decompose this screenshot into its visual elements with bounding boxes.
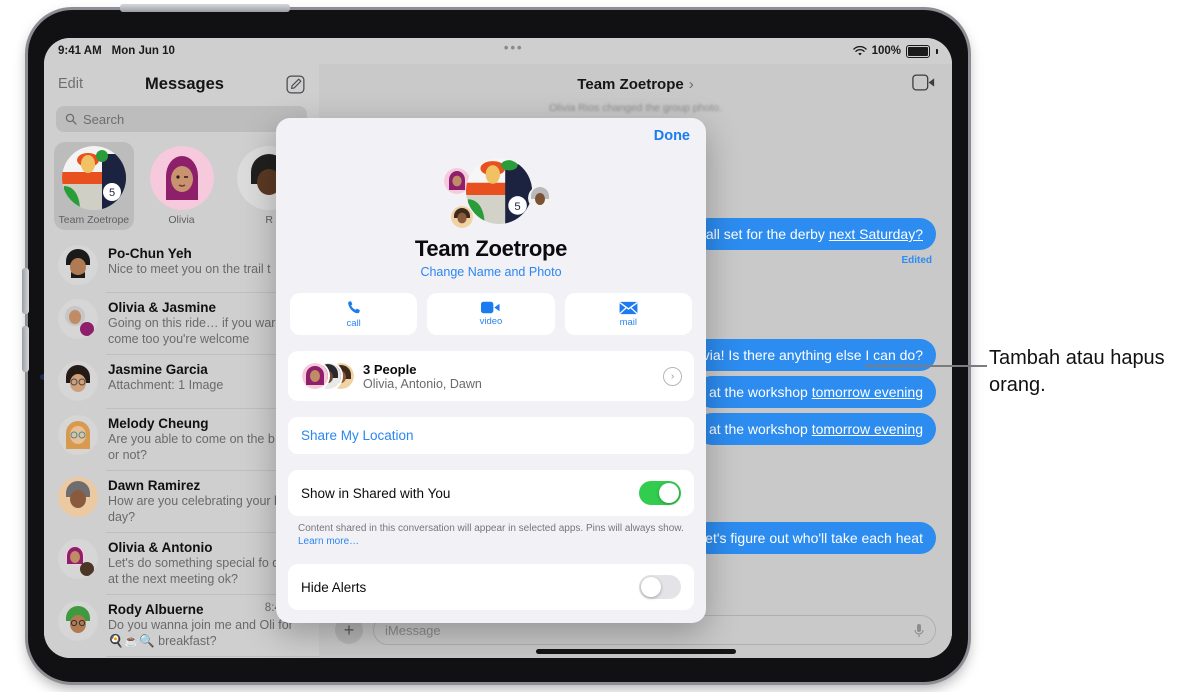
member-avatar-antonio	[528, 186, 552, 210]
avatar	[58, 299, 98, 339]
list-item[interactable]: Antonio Manriquez 8:44 AM	[44, 656, 319, 658]
pinned-item-olivia[interactable]: Olivia	[142, 142, 222, 230]
envelope-icon	[619, 301, 638, 314]
message-bubble-outgoing[interactable]: all set for the derby next Saturday?	[692, 218, 936, 250]
shared-with-you-row[interactable]: Show in Shared with You	[288, 470, 694, 516]
people-avatars	[300, 360, 356, 392]
quick-actions: call video mail	[290, 293, 692, 335]
system-message: Olivia Rios changed the group photo.	[549, 102, 722, 114]
conversation-preview: Do you wanna join me and Oli for 🍳☕🔍 bre…	[108, 618, 293, 648]
share-my-location-button[interactable]: Share My Location	[288, 417, 694, 454]
ipad-device: 9:41 AM Mon Jun 10 ••• 100% Edit Message…	[22, 4, 968, 682]
toggle-knob	[641, 577, 661, 597]
status-bar-right: 100%	[852, 44, 938, 58]
group-photo: 5	[466, 158, 532, 224]
learn-more-link[interactable]: Learn more…	[298, 536, 359, 547]
mail-label: mail	[619, 316, 638, 328]
battery-percent: 100%	[871, 45, 901, 57]
power-button[interactable]	[120, 4, 290, 12]
avatar	[300, 361, 330, 391]
battery-cap-icon	[935, 48, 938, 54]
conversation-title-button[interactable]: Team Zoetrope ›	[577, 76, 693, 93]
hide-alerts-card: Hide Alerts	[288, 564, 694, 610]
message-bubble-outgoing[interactable]: et's figure out who'll take each heat	[692, 522, 936, 554]
group-details-sheet: Done 5 Team Zoetrope Change Name and Pho…	[276, 118, 706, 623]
compose-icon[interactable]	[286, 75, 305, 94]
chevron-right-icon: ›	[688, 75, 694, 93]
callout-leader-line	[865, 365, 987, 367]
hide-alerts-toggle[interactable]	[639, 575, 681, 599]
search-input[interactable]: Search	[56, 106, 307, 132]
volume-down-button[interactable]	[22, 326, 29, 372]
mail-button[interactable]: mail	[564, 293, 692, 335]
chevron-right-circle-icon[interactable]: ›	[663, 366, 682, 386]
sidebar-title: Messages	[145, 74, 224, 93]
hide-alerts-row[interactable]: Hide Alerts	[288, 564, 694, 610]
message-bubble-outgoing[interactable]: at the workshop tomorrow evening	[695, 376, 936, 408]
multitasking-dots-button[interactable]: •••	[504, 41, 524, 54]
svg-text:5: 5	[514, 201, 520, 213]
change-name-and-photo-button[interactable]: Change Name and Photo	[420, 265, 561, 279]
people-names: Olivia, Antonio, Dawn	[363, 376, 482, 391]
shared-with-you-footnote: Content shared in this conversation will…	[298, 522, 686, 548]
group-avatar-cluster[interactable]: 5	[430, 158, 552, 240]
toggle-knob	[659, 483, 679, 503]
video-camera-icon	[481, 301, 501, 314]
avatar	[58, 601, 98, 641]
avatar: 5	[61, 146, 126, 210]
shared-with-you-label: Show in Shared with You	[301, 485, 451, 501]
shared-with-you-toggle[interactable]	[639, 481, 681, 505]
volume-up-button[interactable]	[22, 268, 29, 314]
search-icon	[65, 113, 77, 125]
call-button[interactable]: call	[290, 293, 418, 335]
edit-button[interactable]: Edit	[58, 76, 83, 92]
ipad-screen: 9:41 AM Mon Jun 10 ••• 100% Edit Message…	[44, 38, 952, 658]
hide-alerts-label: Hide Alerts	[301, 579, 367, 595]
avatar	[149, 146, 214, 210]
footnote-text: Content shared in this conversation will…	[298, 523, 684, 534]
battery-icon	[905, 44, 930, 58]
avatar	[58, 245, 98, 285]
facetime-video-icon[interactable]	[912, 74, 936, 91]
status-date: Mon Jun 10	[111, 45, 175, 57]
svg-text:5: 5	[109, 187, 115, 199]
pinned-item-team-zoetrope[interactable]: 5 Team Zoetrope	[54, 142, 134, 230]
call-label: call	[346, 317, 361, 329]
sheet-header: Done	[276, 118, 706, 154]
video-button[interactable]: video	[427, 293, 555, 335]
conversation-title: Team Zoetrope	[577, 75, 684, 93]
pinned-item-label: Team Zoetrope	[58, 214, 130, 226]
avatar	[58, 477, 98, 517]
avatar	[58, 361, 98, 401]
people-row-card: 3 People Olivia, Antonio, Dawn ›	[288, 351, 694, 401]
people-text: 3 People Olivia, Antonio, Dawn	[363, 362, 482, 391]
people-count: 3 People	[363, 361, 417, 377]
done-button[interactable]: Done	[654, 128, 690, 144]
callout-text: Tambah atau hapus orang.	[989, 347, 1165, 396]
pinned-item-label: R	[265, 214, 273, 226]
share-location-card: Share My Location	[288, 417, 694, 454]
imessage-placeholder: iMessage	[385, 622, 441, 638]
people-row[interactable]: 3 People Olivia, Antonio, Dawn ›	[288, 351, 694, 401]
status-time: 9:41 AM	[58, 45, 102, 57]
avatar	[58, 415, 98, 455]
shared-with-you-card: Show in Shared with You	[288, 470, 694, 516]
wifi-icon	[852, 45, 867, 55]
conversation-nav: Team Zoetrope ›	[319, 64, 952, 104]
sidebar-nav: Edit Messages	[44, 64, 319, 104]
group-identity: 5 Team Zoetrope Change Name and Photo	[276, 158, 706, 279]
status-bar-left: 9:41 AM Mon Jun 10	[58, 45, 175, 57]
search-placeholder: Search	[83, 111, 125, 127]
message-bubble-outgoing[interactable]: at the workshop tomorrow evening	[695, 413, 936, 445]
avatar	[58, 539, 98, 579]
pinned-item-label: Olivia	[168, 214, 195, 226]
home-indicator[interactable]	[535, 649, 736, 654]
member-avatar-dawn	[451, 206, 473, 228]
microphone-icon[interactable]	[914, 623, 924, 638]
video-label: video	[479, 316, 503, 327]
status-bar: 9:41 AM Mon Jun 10 ••• 100%	[44, 38, 952, 64]
phone-icon	[347, 300, 360, 313]
